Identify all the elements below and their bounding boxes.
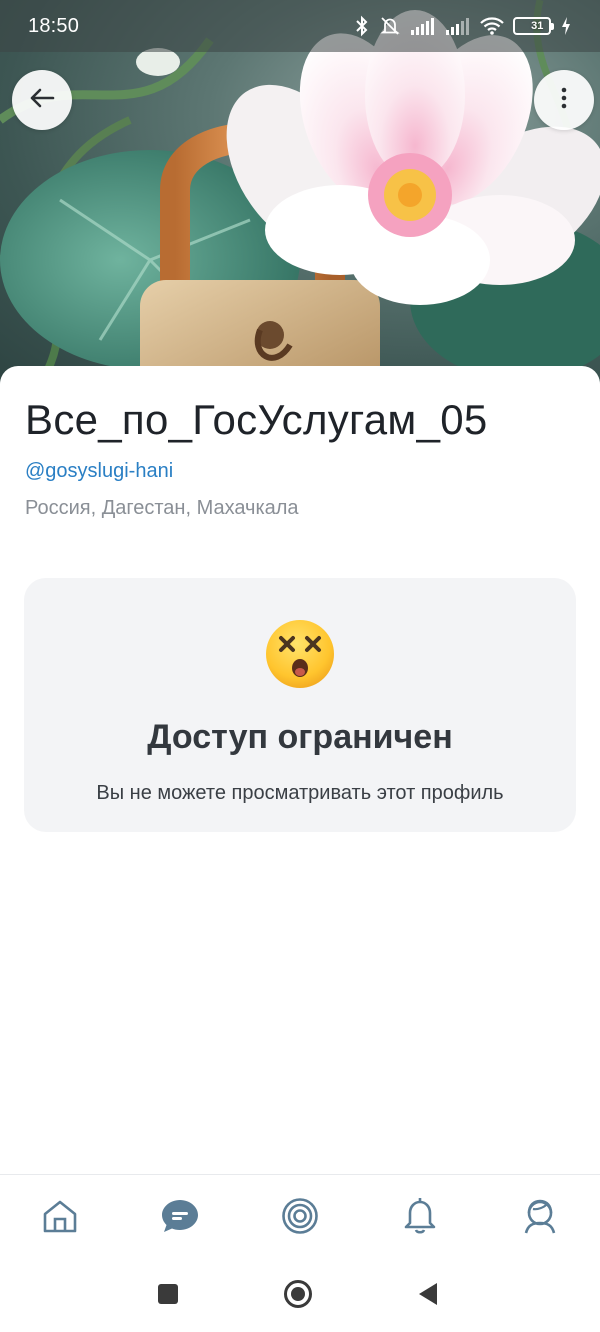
back-system-button[interactable] — [408, 1276, 448, 1316]
signal-strength-icon — [410, 16, 436, 36]
muted-bell-icon — [379, 15, 401, 37]
charging-icon — [560, 16, 572, 36]
signal-strength-2-icon — [445, 16, 471, 36]
battery-level: 31 — [531, 20, 544, 32]
more-vertical-icon — [561, 87, 567, 114]
bell-icon — [402, 1196, 438, 1241]
nav-notifications[interactable] — [390, 1189, 450, 1249]
square-icon — [157, 1283, 179, 1310]
bluetooth-icon — [354, 15, 370, 37]
restricted-subtitle: Вы не можете просматривать этот профиль — [96, 782, 504, 804]
system-navigation-bar — [0, 1262, 600, 1332]
nav-home[interactable] — [30, 1189, 90, 1249]
triangle-back-icon — [417, 1282, 439, 1311]
messages-icon — [160, 1197, 200, 1240]
nav-support[interactable] — [510, 1189, 570, 1249]
back-button[interactable] — [12, 70, 72, 130]
profile-name: Все_по_ГосУслугам_05 — [25, 396, 488, 443]
target-icon — [281, 1197, 319, 1240]
arrow-left-icon — [29, 87, 55, 114]
profile-sheet: Все_по_ГосУслугам_05 @gosyslugi-hani Рос… — [0, 366, 600, 1174]
profile-cover-image — [0, 0, 600, 384]
battery-indicator: 31 — [513, 17, 554, 35]
status-bar: 18:50 31 — [0, 0, 600, 52]
dizzy-face-emoji-icon — [264, 618, 336, 690]
access-restricted-card: Доступ ограничен Вы не можете просматрив… — [24, 578, 576, 832]
status-time: 18:50 — [28, 14, 80, 37]
nav-feed[interactable] — [270, 1189, 330, 1249]
circle-icon — [283, 1279, 313, 1314]
home-system-button[interactable] — [278, 1276, 318, 1316]
restricted-title: Доступ ограничен — [147, 718, 453, 756]
nav-messages[interactable] — [150, 1189, 210, 1249]
wifi-icon — [480, 16, 504, 36]
bottom-navigation — [0, 1174, 600, 1262]
support-icon — [520, 1196, 560, 1241]
status-icons: 31 — [354, 15, 572, 37]
cover-illustration — [0, 0, 600, 384]
home-icon — [41, 1197, 79, 1240]
profile-location: Россия, Дагестан, Махачкала — [25, 497, 299, 519]
recent-apps-button[interactable] — [148, 1276, 188, 1316]
more-options-button[interactable] — [534, 70, 594, 130]
profile-handle[interactable]: @gosyslugi-hani — [25, 460, 173, 483]
